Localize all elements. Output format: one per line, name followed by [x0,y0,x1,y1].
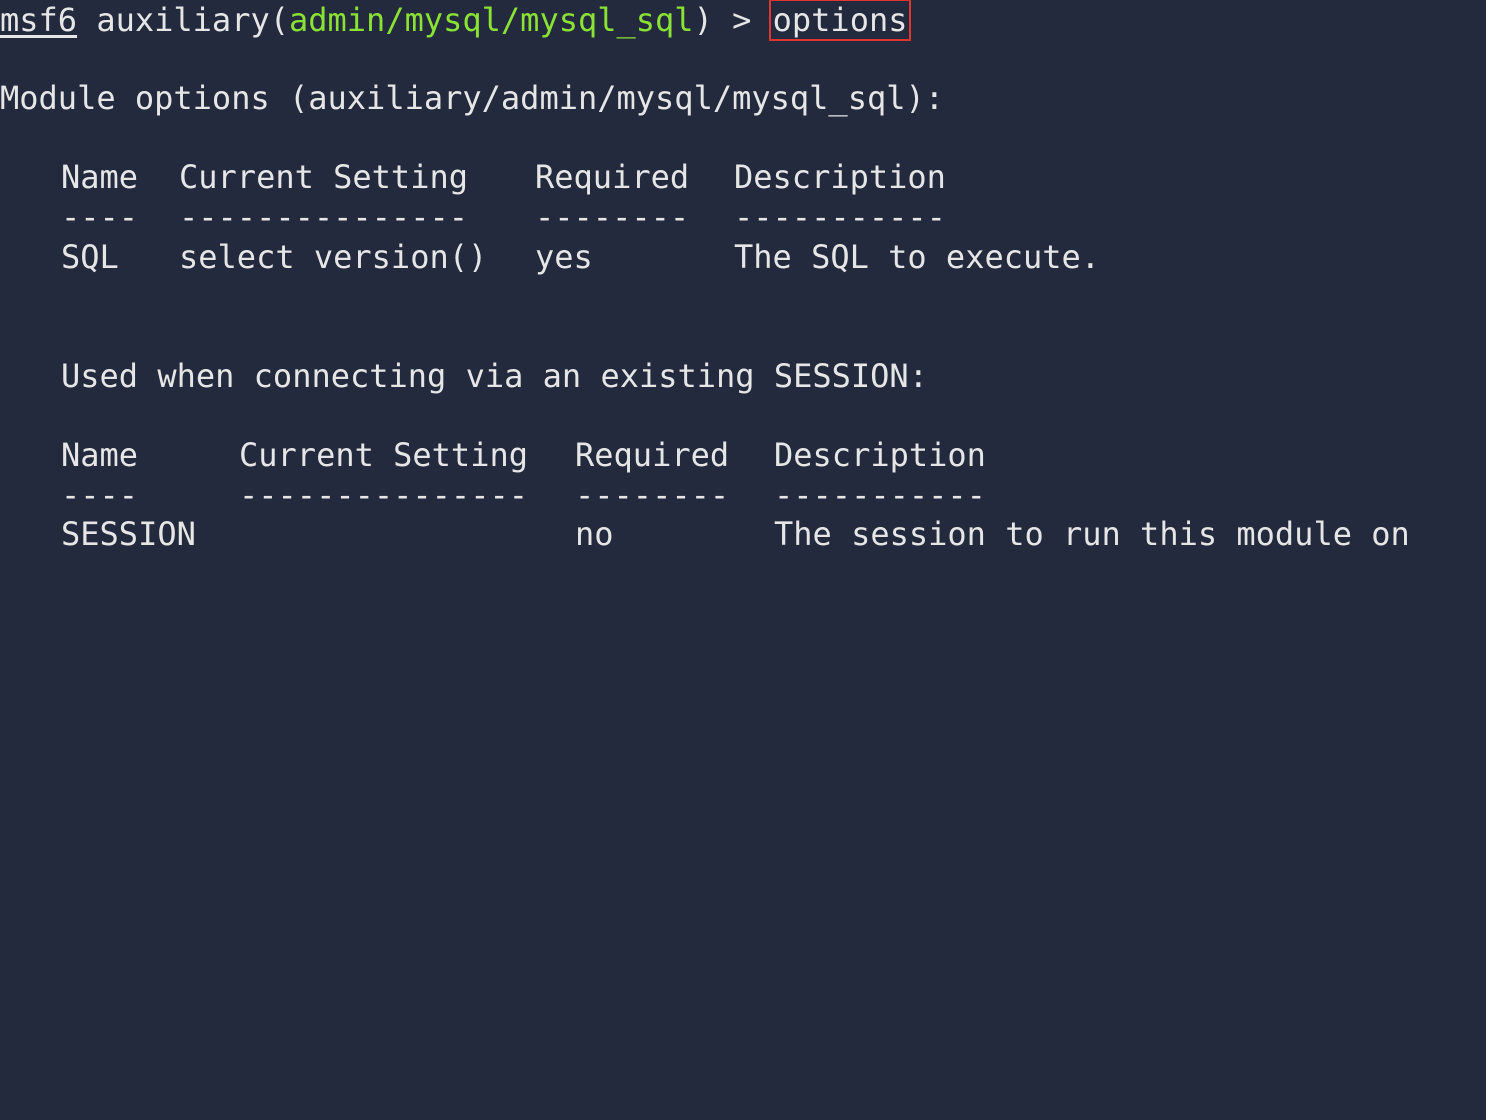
session-options-separator-row: ---- --------------- -------- ----------… [0,475,1486,515]
cell-description: The SQL to execute. [734,238,1101,276]
prompt-module-suffix: ) > [693,1,771,39]
separator-current-setting: --------------- [239,476,528,514]
header-description: Description [774,436,986,474]
header-current-setting: Current Setting [239,436,528,474]
header-current-setting: Current Setting [179,158,468,196]
prompt-module-prefix: auxiliary( [77,1,289,39]
header-description: Description [734,158,946,196]
session-options-title: Used when connecting via an existing SES… [61,357,928,395]
cell-required: no [575,515,614,553]
prompt-name: msf6 [0,1,78,39]
cell-required: yes [535,238,593,276]
header-required: Required [535,158,690,196]
entered-command: options [768,0,912,41]
module-options-title: Module options (auxiliary/admin/mysql/my… [0,79,945,117]
header-name: Name [61,436,139,474]
terminal-window[interactable]: msf6 auxiliary(admin/mysql/mysql_sql) > … [0,0,1486,600]
header-name: Name [61,158,139,196]
cell-description: The session to run this module on [774,515,1410,553]
separator-required: -------- [575,476,730,514]
session-options-header-row: Name Current Setting Required Descriptio… [0,435,1486,475]
cell-name: SESSION [61,515,196,553]
header-required: Required [575,436,730,474]
cell-name: SQL [61,238,119,276]
table-row: SESSION no The session to run this modul… [0,514,1486,554]
command-prompt-line: msf6 auxiliary(admin/mysql/mysql_sql) > … [0,0,912,41]
separator-current-setting: --------------- [179,198,468,236]
table-row: SQL select version() yes The SQL to exec… [0,237,1486,277]
separator-name: ---- [61,476,139,514]
cell-current-setting: select version() [179,238,488,276]
separator-description: ----------- [774,476,986,514]
module-options-separator-row: ---- --------------- -------- ----------… [0,197,1486,237]
separator-description: ----------- [734,198,946,236]
separator-required: -------- [535,198,690,236]
prompt-module-path: admin/mysql/mysql_sql [288,1,694,39]
separator-name: ---- [61,198,139,236]
module-options-header-row: Name Current Setting Required Descriptio… [0,157,1486,197]
